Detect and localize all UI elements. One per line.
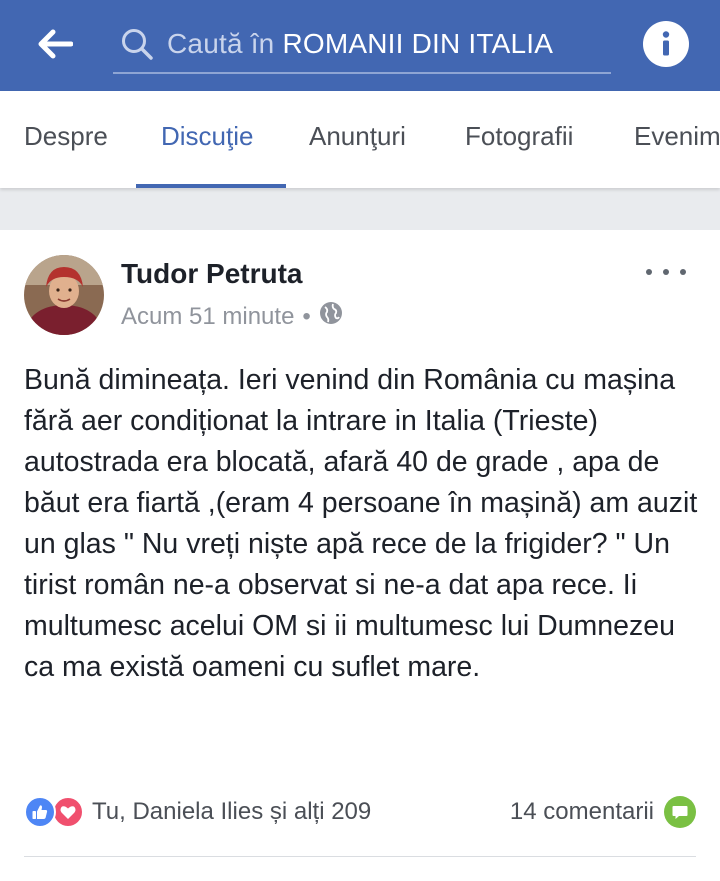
search-input[interactable]: Caută în ROMANII DIN ITALIA — [113, 16, 611, 74]
tab-discutie[interactable]: Discuţie — [161, 121, 253, 152]
feed-separator — [0, 188, 720, 230]
group-tabs: Despre Discuţie Anunţuri Fotografii Even… — [0, 91, 720, 188]
love-icon — [52, 796, 84, 828]
top-bar: Caută în ROMANII DIN ITALIA — [0, 0, 720, 91]
reactions-text: Tu, Daniela Ilies și alți 209 — [92, 798, 372, 825]
tab-anunturi[interactable]: Anunţuri — [309, 121, 406, 152]
tab-despre[interactable]: Despre — [24, 121, 108, 152]
post-card: Tudor Petruta Acum 51 minute • Bună dimi… — [0, 230, 720, 881]
avatar[interactable] — [24, 255, 104, 335]
like-icon — [24, 796, 56, 828]
reactions-summary[interactable]: Tu, Daniela Ilies și alți 209 — [24, 796, 371, 828]
info-icon[interactable] — [643, 21, 689, 67]
search-prefix: Caută în — [167, 28, 275, 59]
globe-icon — [319, 301, 343, 332]
post-divider — [24, 856, 696, 857]
back-arrow-icon[interactable] — [30, 24, 80, 64]
meta-separator: • — [302, 302, 311, 330]
comments-link[interactable]: 14 comentarii — [510, 796, 696, 828]
more-options-icon[interactable] — [646, 260, 686, 284]
comments-count: 14 comentarii — [509, 798, 654, 825]
tab-evenimente[interactable]: Evenim — [634, 121, 720, 152]
tab-fotografii[interactable]: Fotografii — [465, 121, 573, 152]
active-tab-indicator — [136, 184, 286, 188]
post-meta: Acum 51 minute • — [121, 301, 343, 332]
search-icon — [117, 24, 157, 64]
post-time[interactable]: Acum 51 minute — [121, 303, 294, 331]
search-group-name: ROMANII DIN ITALIA — [282, 28, 554, 59]
post-text: Bună dimineața. Ieri venind din România … — [24, 364, 698, 683]
comment-bubble-icon — [664, 796, 696, 828]
search-placeholder: Caută în ROMANII DIN ITALIA — [167, 28, 553, 60]
post-author[interactable]: Tudor Petruta — [121, 258, 302, 290]
